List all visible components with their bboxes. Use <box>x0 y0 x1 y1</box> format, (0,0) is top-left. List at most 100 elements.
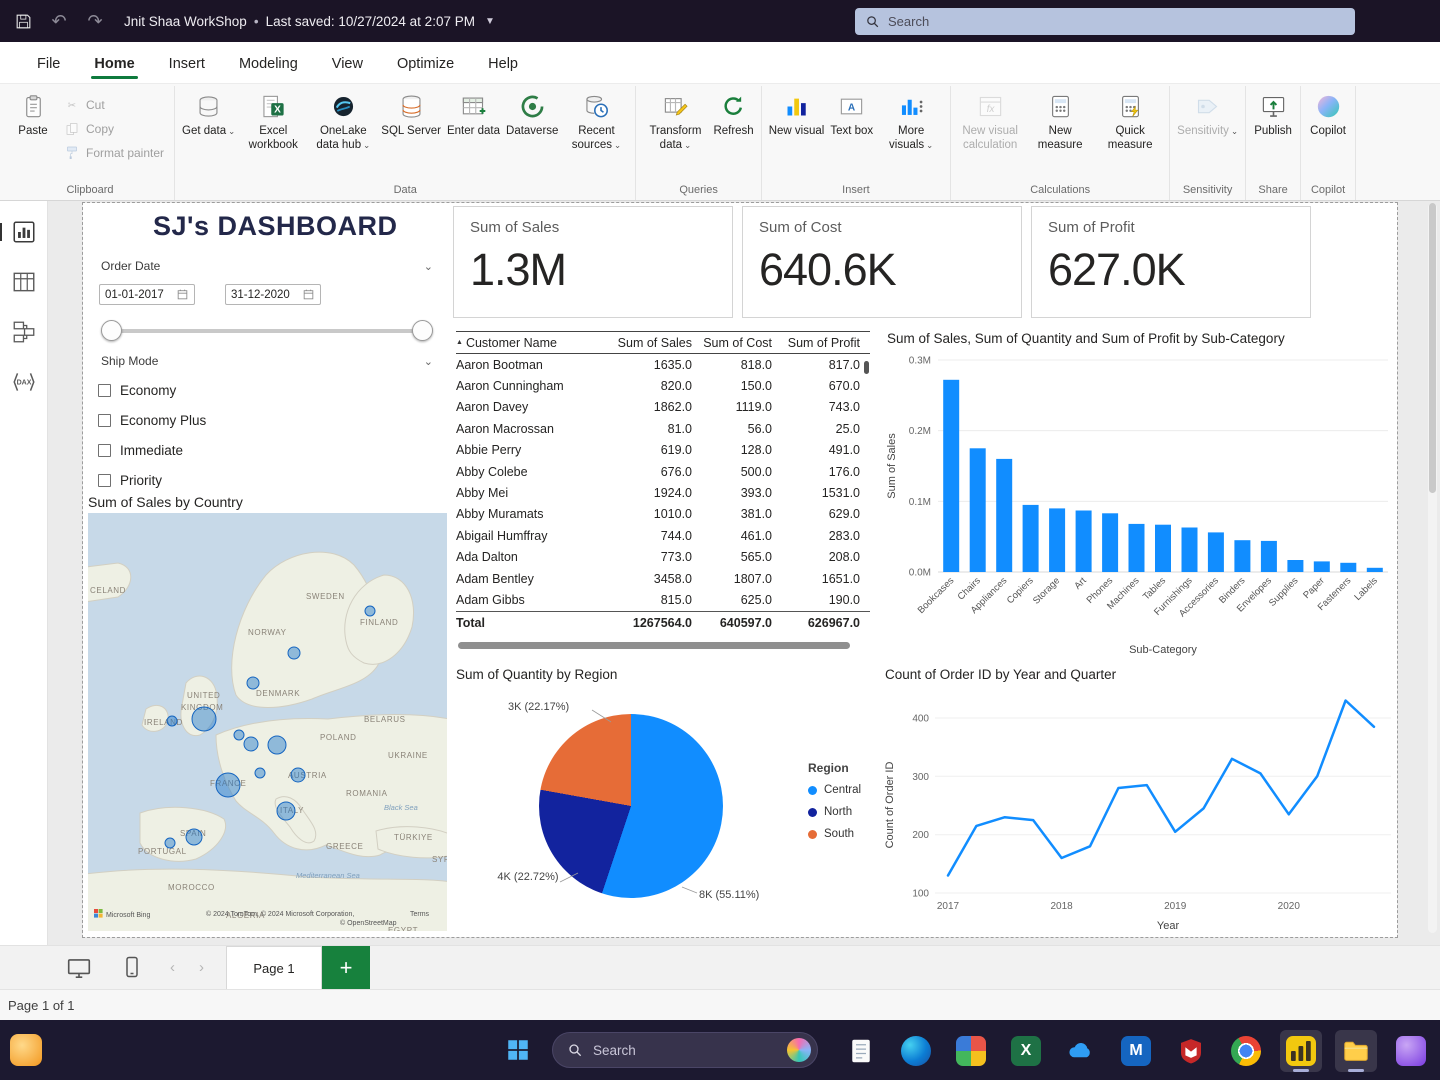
bar-storage[interactable] <box>1049 508 1065 572</box>
bar-envelopes[interactable] <box>1261 541 1277 572</box>
bar-supplies[interactable] <box>1287 560 1303 572</box>
ribbon-button-new-measure[interactable]: New measure <box>1025 88 1095 155</box>
map-bubble[interactable] <box>277 802 295 820</box>
page-tab[interactable]: Page 1 <box>226 946 322 990</box>
bar-phones[interactable] <box>1102 513 1118 572</box>
bar-machines[interactable] <box>1129 524 1145 572</box>
slider-handle-end[interactable] <box>412 320 433 341</box>
table-row[interactable]: Ada Dalton773.0565.0208.0 <box>456 547 870 568</box>
table-vertical-scrollbar[interactable] <box>864 361 869 374</box>
kpi-card-sum-of-sales[interactable]: Sum of Sales1.3M <box>453 206 733 318</box>
save-icon[interactable] <box>10 8 36 34</box>
ribbon-button-recent-sources[interactable]: Recent sources⌄ <box>561 88 631 155</box>
menu-tab-help[interactable]: Help <box>471 47 535 83</box>
previous-page-icon[interactable]: ‹ <box>170 959 175 976</box>
ribbon-button-sensitivity[interactable]: Sensitivity⌄ <box>1174 88 1241 141</box>
bar-fasteners[interactable] <box>1340 563 1356 572</box>
redo-icon[interactable]: ↷ <box>82 8 108 34</box>
europe-map[interactable]: CELANDNORWAYSWEDENFINLANDDENMARKUNITEDKI… <box>88 513 447 931</box>
table-header-sum-of-cost[interactable]: Sum of Cost <box>692 336 772 350</box>
ribbon-button-enter-data[interactable]: Enter data <box>444 88 503 141</box>
table-horizontal-scrollbar[interactable] <box>458 642 862 649</box>
checkbox-immediate[interactable] <box>98 444 111 457</box>
map-bubble[interactable] <box>247 677 259 689</box>
bar-furnishings[interactable] <box>1182 528 1198 573</box>
chevron-down-icon[interactable]: ▼ <box>485 16 495 27</box>
ribbon-button-text-box[interactable]: AText box <box>827 88 876 141</box>
ribbon-button-paste[interactable]: Paste <box>10 88 56 161</box>
start-button[interactable] <box>500 1032 536 1068</box>
table-row[interactable]: Aaron Macrossan81.056.025.0 <box>456 418 870 439</box>
table-row[interactable]: Aaron Cunningham820.0150.0670.0 <box>456 375 870 396</box>
ribbon-button-transform-data[interactable]: Transform data⌄ <box>640 88 710 155</box>
search-highlight-icon[interactable] <box>787 1038 811 1062</box>
ribbon-button-excel-workbook[interactable]: XExcel workbook <box>238 88 308 155</box>
canvas-scrollbar[interactable] <box>1428 203 1437 933</box>
table-header-sum-of-sales[interactable]: Sum of Sales <box>608 336 692 350</box>
slider-track[interactable] <box>110 329 424 333</box>
table-row[interactable]: Abby Muramats1010.0381.0629.0 <box>456 504 870 525</box>
checkbox-economy-plus[interactable] <box>98 414 111 427</box>
taskbar-app-powerbi[interactable] <box>1280 1030 1322 1072</box>
ribbon-button-dataverse[interactable]: Dataverse <box>503 88 561 141</box>
kpi-card-sum-of-cost[interactable]: Sum of Cost640.6K <box>742 206 1022 318</box>
ribbon-button-new-visual[interactable]: New visual <box>766 88 828 141</box>
map-bubble[interactable] <box>291 768 305 782</box>
table-header-customer-name[interactable]: ▲Customer Name <box>456 336 608 350</box>
checkbox-priority[interactable] <box>98 474 111 487</box>
bar-chairs[interactable] <box>970 448 986 572</box>
taskbar-app-onedrive[interactable] <box>1060 1030 1102 1072</box>
taskbar-app-file-explorer[interactable] <box>1335 1030 1377 1072</box>
bar-tables[interactable] <box>1155 525 1171 572</box>
next-page-icon[interactable]: › <box>199 959 204 976</box>
end-date-input[interactable]: 31-12-2020 <box>225 284 321 305</box>
date-range-slider[interactable] <box>101 319 433 343</box>
table-row[interactable]: Aaron Bootman1635.0818.0817.0 <box>456 354 870 375</box>
chevron-down-icon[interactable]: ⌄ <box>424 260 433 273</box>
ribbon-button-copilot[interactable]: Copilot <box>1305 88 1351 141</box>
table-row[interactable]: Abigail Humffray744.0461.0283.0 <box>456 525 870 546</box>
table-row[interactable]: Abbie Perry619.0128.0491.0 <box>456 440 870 461</box>
report-page[interactable]: SJ's DASHBOARD Order Date ⌄ 01-01-2017 3… <box>83 203 1397 937</box>
taskbar-app-chrome[interactable] <box>1225 1030 1267 1072</box>
desktop-view-icon[interactable] <box>66 955 92 981</box>
ribbon-button-quick-measure[interactable]: Quick measure <box>1095 88 1165 155</box>
ribbon-button-cut[interactable]: ✂Cut <box>64 97 164 113</box>
map-bubble[interactable] <box>216 773 240 797</box>
table-header-sum-of-profit[interactable]: Sum of Profit <box>772 336 860 350</box>
menu-tab-modeling[interactable]: Modeling <box>222 47 315 83</box>
weather-widget[interactable] <box>10 1034 42 1066</box>
ribbon-button-sql-server[interactable]: SQL Server <box>378 88 444 141</box>
taskbar-app-photos[interactable] <box>950 1030 992 1072</box>
undo-icon[interactable]: ↶ <box>46 8 72 34</box>
scrollbar-thumb[interactable] <box>458 642 850 649</box>
bar-appliances[interactable] <box>996 459 1012 572</box>
taskbar-search-box[interactable]: Search <box>552 1032 818 1068</box>
legend-item-central[interactable]: Central <box>808 784 861 796</box>
pie-chart[interactable] <box>539 714 723 898</box>
report-view-icon[interactable] <box>11 219 37 245</box>
table-row[interactable]: Adam Gibbs815.0625.0190.0 <box>456 589 870 610</box>
map-bubble[interactable] <box>165 838 175 848</box>
model-view-icon[interactable] <box>11 319 37 345</box>
mobile-view-icon[interactable] <box>120 955 146 981</box>
map-bubble[interactable] <box>234 730 244 740</box>
bar-labels[interactable] <box>1367 568 1383 572</box>
ribbon-button-publish[interactable]: Publish <box>1250 88 1296 141</box>
bar-copiers[interactable] <box>1023 505 1039 572</box>
table-row[interactable]: Abby Colebe676.0500.0176.0 <box>456 461 870 482</box>
taskbar-app-paint[interactable] <box>1390 1030 1432 1072</box>
taskbar-app-edge[interactable] <box>895 1030 937 1072</box>
menu-tab-optimize[interactable]: Optimize <box>380 47 471 83</box>
map-bubble[interactable] <box>244 737 258 751</box>
slider-handle-start[interactable] <box>101 320 122 341</box>
chevron-down-icon[interactable]: ⌄ <box>424 355 433 368</box>
dax-view-icon[interactable]: DAX <box>11 369 37 395</box>
map-bubble[interactable] <box>167 716 177 726</box>
ribbon-button-refresh[interactable]: Refresh <box>710 88 756 141</box>
table-row[interactable]: Abby Mei1924.0393.01531.0 <box>456 482 870 503</box>
bar-bookcases[interactable] <box>943 380 959 572</box>
ribbon-button-format-painter[interactable]: Format painter <box>64 145 164 161</box>
table-row[interactable]: Adam Bentley3458.01807.01651.0 <box>456 568 870 589</box>
kpi-card-sum-of-profit[interactable]: Sum of Profit627.0K <box>1031 206 1311 318</box>
